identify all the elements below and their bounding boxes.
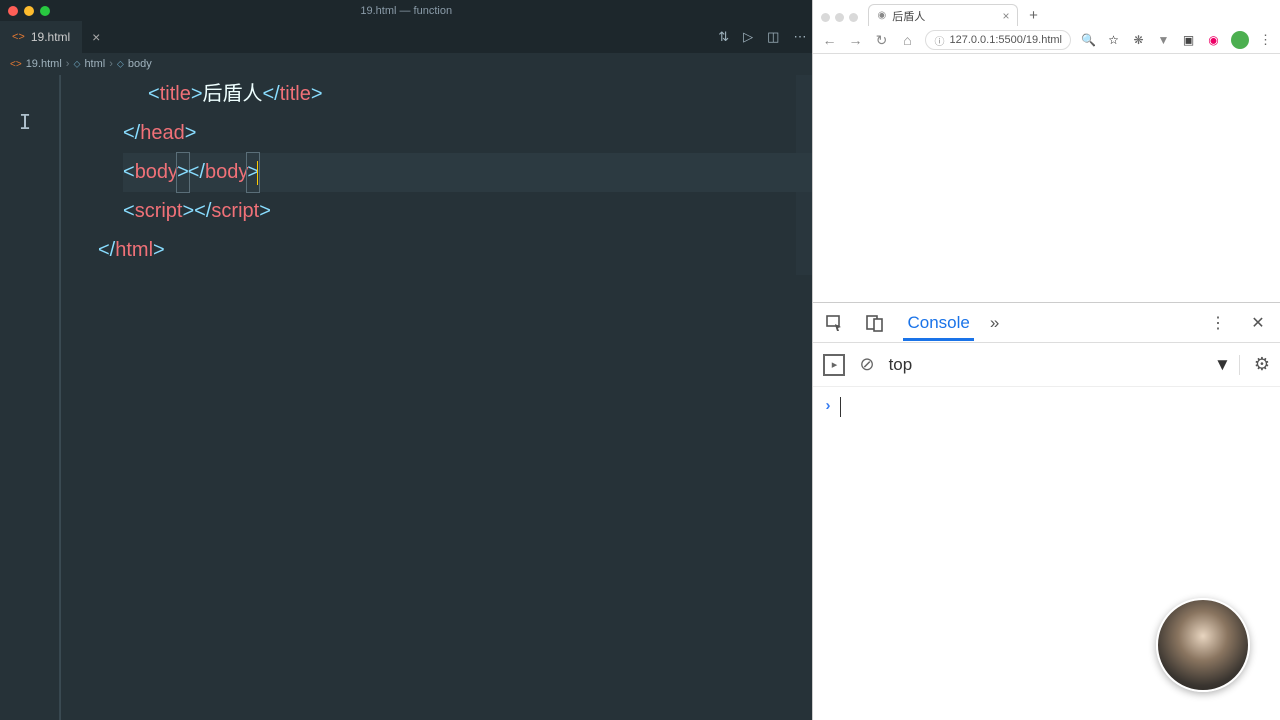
more-tabs-icon[interactable]: »: [990, 313, 999, 333]
browser-chrome: ◉ 后盾人 × + ← → ↻ ⌂ ⓘ 127.0.0.1:5500/19.ht…: [813, 0, 1280, 54]
site-info-icon[interactable]: ⓘ: [934, 33, 944, 48]
address-bar[interactable]: ⓘ 127.0.0.1:5500/19.html: [925, 30, 1071, 50]
indent-guide: [59, 75, 60, 720]
close-window-icon[interactable]: [821, 13, 830, 22]
chevron-right-icon: ›: [109, 58, 113, 70]
back-icon[interactable]: ←: [821, 32, 837, 48]
close-devtools-icon[interactable]: ✕: [1246, 311, 1270, 335]
more-actions-icon[interactable]: ⋯: [793, 29, 806, 45]
input-cursor: [840, 397, 841, 417]
file-icon: <>: [10, 59, 22, 70]
breadcrumb-file[interactable]: 19.html: [26, 58, 62, 70]
zoom-icon[interactable]: 🔍: [1081, 33, 1096, 48]
forward-icon[interactable]: →: [847, 32, 863, 48]
menu-icon[interactable]: ⋮: [1259, 32, 1272, 48]
extension-icon[interactable]: ▼: [1156, 33, 1171, 48]
reload-icon[interactable]: ↻: [873, 32, 889, 49]
code-line[interactable]: </head>: [123, 114, 812, 153]
bookmark-star-icon[interactable]: ☆: [1106, 33, 1121, 48]
close-tab-icon[interactable]: ×: [1002, 9, 1009, 23]
editor-actions: ⇅ ▷ ◫ ⋯: [718, 29, 806, 45]
minimize-window-icon[interactable]: [24, 6, 34, 16]
tag-icon: ⬦: [117, 59, 124, 70]
text-cursor-icon: I: [19, 103, 31, 142]
window-title: 19.html — function: [360, 5, 452, 17]
devtools-tabbar: Console » ⋮ ✕: [813, 303, 1280, 343]
source-control-icon[interactable]: ⇅: [718, 29, 729, 45]
code-editor[interactable]: I <title>后盾人</title> </head> <body></bod…: [60, 75, 812, 720]
breadcrumb[interactable]: <> 19.html › ⬦ html › ⬦ body: [0, 53, 812, 75]
dropdown-icon: ▼: [1214, 355, 1231, 375]
maximize-window-icon[interactable]: [40, 6, 50, 16]
devtools-tab-console[interactable]: Console: [903, 305, 973, 341]
extension-icon[interactable]: ◉: [1206, 33, 1221, 48]
browser-tabbar: ◉ 后盾人 × +: [813, 0, 1280, 26]
code-line[interactable]: <title>后盾人</title>: [123, 75, 812, 114]
prompt-icon: ›: [825, 397, 830, 414]
close-window-icon[interactable]: [8, 6, 18, 16]
profile-avatar[interactable]: [1231, 31, 1249, 49]
clear-console-icon[interactable]: ⊘: [859, 354, 874, 375]
device-toggle-icon[interactable]: [863, 311, 887, 335]
chevron-right-icon: ›: [66, 58, 70, 70]
code-line[interactable]: <script></script>: [123, 192, 812, 231]
context-label: top: [889, 355, 913, 375]
console-settings-icon[interactable]: ⚙: [1254, 354, 1270, 375]
editor-tabbar: <> 19.html × ⇅ ▷ ◫ ⋯: [0, 21, 812, 53]
breadcrumb-html[interactable]: html: [84, 58, 105, 70]
editor-window: 19.html — function <> 19.html × ⇅ ▷ ◫ ⋯ …: [0, 0, 812, 720]
minimap[interactable]: [796, 75, 812, 275]
code-line[interactable]: </html>: [98, 231, 812, 270]
window-controls: [819, 13, 864, 26]
browser-window: ◉ 后盾人 × + ← → ↻ ⌂ ⓘ 127.0.0.1:5500/19.ht…: [812, 0, 1280, 720]
close-tab-button[interactable]: ×: [82, 21, 110, 53]
extension-icon[interactable]: ❋: [1131, 33, 1146, 48]
code-line-active[interactable]: <body></body>: [123, 153, 812, 192]
browser-tab-title: 后盾人: [892, 8, 925, 24]
file-tab[interactable]: <> 19.html: [0, 21, 82, 53]
breadcrumb-body[interactable]: body: [128, 58, 152, 70]
context-selector[interactable]: top ▼: [889, 355, 1240, 375]
tag-icon: ⬦: [73, 59, 80, 70]
window-controls: [0, 6, 50, 16]
webcam-overlay: [1156, 598, 1250, 692]
html-file-icon: <>: [12, 31, 25, 43]
page-viewport: [813, 54, 1280, 302]
minimize-window-icon[interactable]: [835, 13, 844, 22]
edit-cursor: [257, 161, 258, 185]
toggle-sidebar-icon[interactable]: ▸: [823, 354, 845, 376]
devtools-menu-icon[interactable]: ⋮: [1206, 311, 1230, 335]
home-icon[interactable]: ⌂: [899, 32, 915, 48]
inspect-element-icon[interactable]: [823, 311, 847, 335]
new-tab-button[interactable]: +: [1022, 4, 1044, 26]
split-editor-icon[interactable]: ◫: [767, 29, 779, 45]
url-text: 127.0.0.1:5500/19.html: [949, 34, 1062, 46]
extension-icon[interactable]: ▣: [1181, 33, 1196, 48]
browser-tab[interactable]: ◉ 后盾人 ×: [868, 4, 1018, 26]
maximize-window-icon[interactable]: [849, 13, 858, 22]
globe-icon: ◉: [877, 10, 886, 21]
extensions: 🔍 ☆ ❋ ▼ ▣ ◉ ⋮: [1081, 31, 1272, 49]
run-icon[interactable]: ▷: [743, 29, 753, 45]
tab-label: 19.html: [31, 30, 70, 44]
browser-toolbar: ← → ↻ ⌂ ⓘ 127.0.0.1:5500/19.html 🔍 ☆ ❋ ▼…: [813, 26, 1280, 54]
titlebar: 19.html — function: [0, 0, 812, 21]
console-toolbar: ▸ ⊘ top ▼ ⚙: [813, 343, 1280, 387]
